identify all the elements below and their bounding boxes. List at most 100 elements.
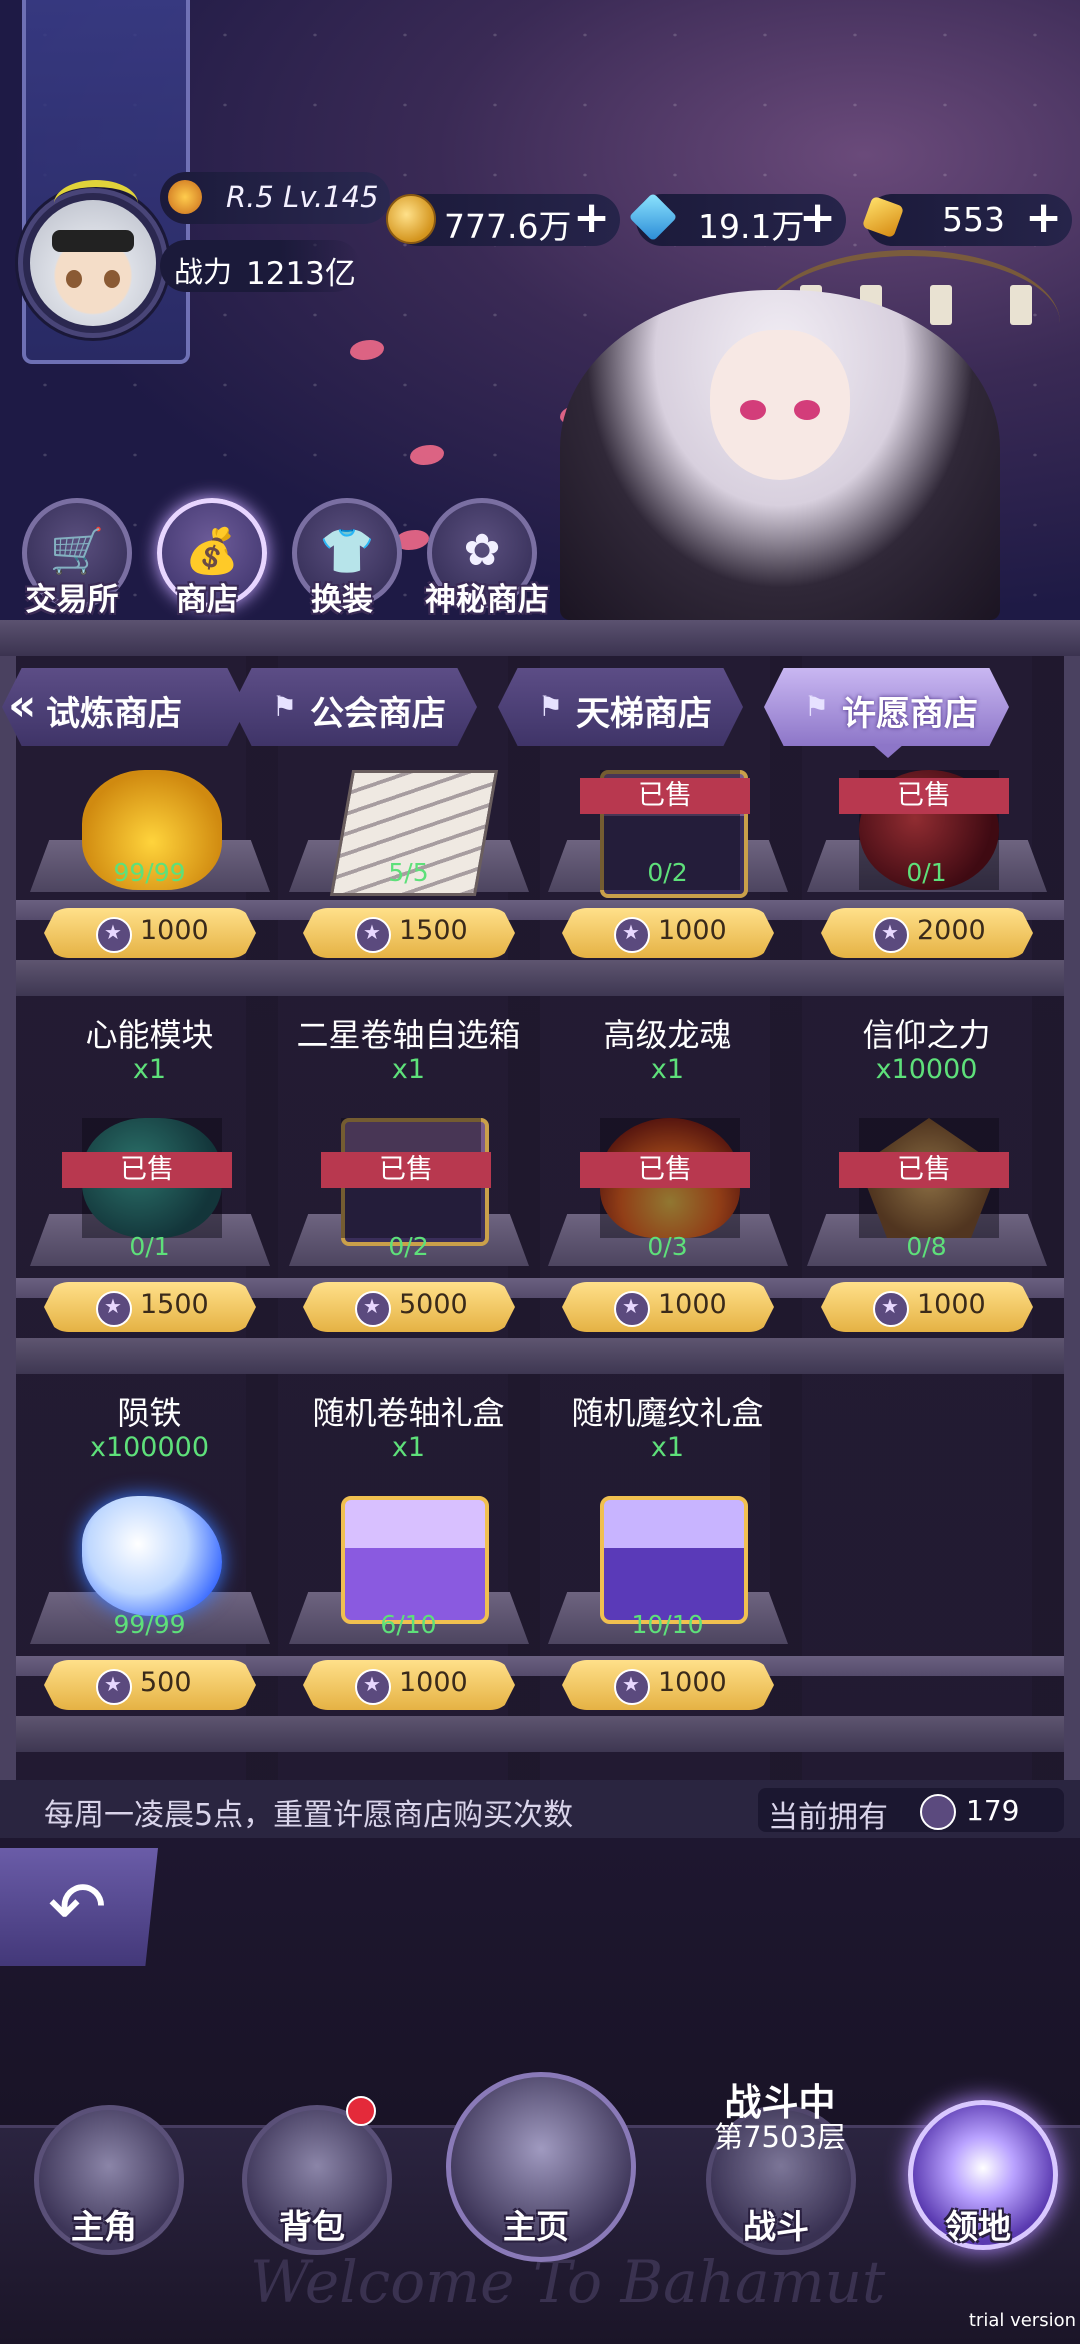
item-price: 2000 (917, 915, 986, 946)
add-diamond-button[interactable]: + (799, 196, 836, 240)
buy-price-button[interactable]: 1500 (44, 1282, 256, 1332)
item-price: 1000 (658, 1289, 727, 1320)
shop-item[interactable]: 随机卷轴礼盒x1 6/10 1000 (281, 1388, 536, 1720)
item-name: 信仰之力 (862, 1016, 991, 1054)
item-price: 1500 (140, 1289, 209, 1320)
buy-price-button[interactable]: 1000 (303, 1660, 515, 1710)
buy-price-button[interactable]: 1000 (44, 908, 256, 958)
buy-price-button[interactable]: 1000 (562, 1660, 774, 1710)
wish-token-icon (614, 917, 650, 953)
back-button[interactable]: ↶ (0, 1848, 158, 1966)
shop-item[interactable]: 随机魔纹礼盒x1 10/10 1000 (540, 1388, 795, 1720)
diamond-value: 19.1万 (698, 207, 805, 246)
currency-gem: 553 + (861, 194, 1072, 246)
shop-item[interactable]: 已售 0/1 2000 (799, 690, 1054, 968)
sold-out-badge: 已售 (580, 1152, 750, 1188)
shop-item[interactable]: 5/5 1500 (281, 690, 536, 968)
item-price: 5000 (399, 1289, 468, 1320)
buy-price-button[interactable]: 1000 (562, 1282, 774, 1332)
gold-coin-icon (386, 194, 436, 244)
exchange-label: 交易所 (25, 582, 119, 618)
player-level: R.5 Lv.145 (226, 180, 379, 214)
shopkeeper-character-illustration (560, 290, 1000, 620)
notification-dot (346, 2096, 376, 2126)
item-name: 心能模块 (85, 1016, 214, 1054)
combat-power-value: 1213亿 (246, 256, 356, 292)
owned-value: 179 (966, 1794, 1020, 1827)
wish-token-icon (614, 1291, 650, 1327)
item-quantity: x1 (132, 1054, 167, 1085)
avatar-halo-icon (54, 180, 138, 227)
cart-icon: 🛒 (49, 526, 105, 577)
shop-item[interactable]: 陨铁x100000 99/99 500 (22, 1388, 277, 1720)
shirt-icon: 👕 (319, 526, 375, 577)
currency-gold: 777.6万 + (386, 194, 620, 246)
shelf-plank (16, 1716, 1064, 1752)
shop-item[interactable]: 心能模块x1 已售 0/1 1500 (22, 1010, 277, 1342)
battle-floor: 第7503层 (714, 2120, 846, 2154)
owned-label: 当前拥有 (768, 1800, 888, 1835)
shop-item[interactable]: 信仰之力x10000 已售 0/8 1000 (799, 1010, 1054, 1342)
item-quantity: x1 (391, 1054, 426, 1085)
currency-diamond: 19.1万 + (628, 192, 846, 246)
shop-item[interactable]: 高级龙魂x1 已售 0/3 1000 (540, 1010, 795, 1342)
item-stock: 0/1 (129, 1232, 170, 1261)
buy-price-button[interactable]: 1000 (821, 1282, 1033, 1332)
shop-item[interactable]: 二星卷轴自选箱x1 已售 0/2 5000 (281, 1010, 536, 1342)
nav-territory-label: 领地 (945, 2207, 1011, 2246)
sold-out-badge: 已售 (62, 1152, 232, 1188)
giftbox-icon (341, 1496, 489, 1624)
back-arrow-icon: ↶ (48, 1866, 107, 1948)
sold-out-badge: 已售 (839, 1152, 1009, 1188)
item-stock: 99/99 (113, 858, 186, 887)
dress-up-label: 换装 (311, 582, 373, 618)
wish-token-icon (96, 1291, 132, 1327)
item-quantity: x1 (650, 1432, 685, 1463)
mystery-bag-icon: ✿ (463, 525, 501, 576)
nav-hero-label: 主角 (71, 2207, 137, 2246)
nav-battle-label: 战斗 (743, 2207, 809, 2246)
buy-price-button[interactable]: 500 (44, 1660, 256, 1710)
gold-value: 777.6万 (444, 207, 572, 246)
shelf-top-beam (0, 620, 1080, 656)
add-gem-button[interactable]: + (1025, 196, 1062, 240)
buy-price-button[interactable]: 5000 (303, 1282, 515, 1332)
wish-token-icon (355, 917, 391, 953)
trial-version-text: trial version (968, 2310, 1076, 2331)
item-stock: 6/10 (380, 1610, 437, 1639)
add-gold-button[interactable]: + (573, 196, 610, 240)
money-bag-icon: 💰 (184, 526, 240, 577)
buy-price-button[interactable]: 1000 (562, 908, 774, 958)
item-name: 随机魔纹礼盒 (571, 1394, 764, 1432)
shop-item[interactable]: 99/99 1000 (22, 690, 277, 968)
combat-power: 战力 1213亿 (160, 240, 360, 292)
item-stock: 99/99 (113, 1610, 186, 1639)
wish-token-icon (920, 1794, 956, 1830)
item-price: 500 (140, 1667, 192, 1698)
item-price: 1000 (399, 1667, 468, 1698)
wish-token-icon (873, 917, 909, 953)
wish-token-icon (96, 917, 132, 953)
wish-token-icon (96, 1669, 132, 1705)
item-name: 陨铁 (117, 1394, 182, 1432)
item-price: 1000 (140, 915, 209, 946)
item-stock: 0/2 (388, 1232, 429, 1261)
buy-price-button[interactable]: 2000 (821, 908, 1033, 958)
rank-medal-icon (168, 180, 202, 214)
item-stock: 0/1 (906, 858, 947, 887)
shop-item[interactable]: 已售 0/2 1000 (540, 690, 795, 968)
item-stock: 5/5 (388, 858, 429, 887)
item-stock: 0/3 (647, 1232, 688, 1261)
giftbox2-icon (600, 1496, 748, 1624)
item-price: 1500 (399, 915, 468, 946)
shop-label: 商店 (176, 582, 238, 618)
combat-power-label: 战力 (174, 255, 233, 289)
item-name: 随机卷轴礼盒 (312, 1394, 505, 1432)
item-quantity: x100000 (89, 1432, 210, 1463)
item-stock: 0/8 (906, 1232, 947, 1261)
item-price: 1000 (658, 915, 727, 946)
nav-home-label: 主页 (503, 2207, 569, 2246)
player-level-badge: R.5 Lv.145 (160, 172, 390, 224)
buy-price-button[interactable]: 1500 (303, 908, 515, 958)
item-price: 1000 (658, 1667, 727, 1698)
